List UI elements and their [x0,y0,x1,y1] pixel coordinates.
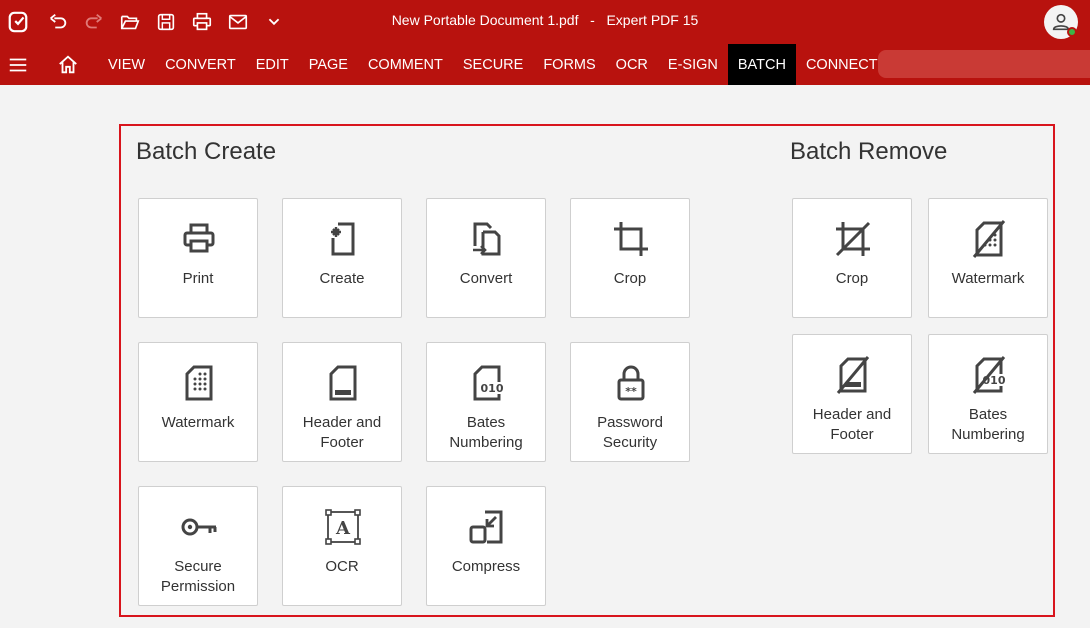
tab-batch[interactable]: BATCH [727,44,796,85]
home-icon[interactable] [56,53,80,77]
batch-header-footer-button[interactable]: Header and Footer [282,342,402,462]
svg-text:A: A [335,518,351,539]
tab-connect[interactable]: CONNECT [796,44,888,85]
mail-icon[interactable] [224,8,252,36]
search-input[interactable] [878,50,1090,78]
remove-bates-numbering-button[interactable]: 010 Bates Numbering [928,334,1048,454]
tab-secure[interactable]: SECURE [453,44,533,85]
document-name: New Portable Document 1.pdf [391,12,579,28]
tile-label-line-1: Bates [466,414,506,431]
batch-ocr-button[interactable]: A OCR [282,486,402,606]
header-footer-icon [323,363,363,403]
watermark-icon [179,363,219,403]
tab-forms[interactable]: FORMS [533,44,605,85]
title-separator: - [590,12,595,28]
tile-label-line-1: Bates [968,406,1008,423]
batch-crop-button[interactable]: Crop [570,198,690,318]
online-status-dot [1067,27,1077,37]
tab-ocr[interactable]: OCR [606,44,658,85]
svg-text:**: ** [625,385,637,398]
tab-page[interactable]: PAGE [299,44,358,85]
hamburger-menu-icon[interactable] [6,53,30,77]
batch-compress-button[interactable]: Compress [426,486,546,606]
undo-icon[interactable] [44,8,72,36]
batch-create-title: Batch Create [136,138,277,165]
create-icon [323,219,363,259]
compress-icon [467,507,507,547]
remove-crop-button[interactable]: Crop [792,198,912,318]
app-logo-icon[interactable] [4,8,32,36]
batch-create-button[interactable]: Create [282,198,402,318]
tile-label: OCR [325,558,359,575]
tile-label: Watermark [161,414,235,431]
tab-edit[interactable]: EDIT [246,44,299,85]
batch-remove-title: Batch Remove [790,138,948,165]
bates-numbering-icon: 010 [467,363,507,403]
tile-label-line-1: Secure [174,558,222,575]
key-icon [179,507,219,547]
tile-label-line-1: Header and [812,406,892,423]
user-avatar[interactable] [1044,5,1078,39]
app-name: Expert PDF 15 [606,12,699,28]
remove-crop-icon [833,219,873,259]
tile-label: Crop [835,270,869,287]
remove-watermark-button[interactable]: Watermark [928,198,1048,318]
svg-text:010: 010 [481,382,504,395]
tile-label: Print [182,270,214,287]
batch-password-security-button[interactable]: ** Password Security [570,342,690,462]
redo-icon[interactable] [80,8,108,36]
remove-header-footer-button[interactable]: Header and Footer [792,334,912,454]
password-lock-icon: ** [611,363,651,403]
ribbon-menu-bar: VIEW CONVERT EDIT PAGE COMMENT SECURE FO… [0,44,1090,85]
tile-label-line-2: Security [602,434,658,451]
save-icon[interactable] [152,8,180,36]
open-icon[interactable] [116,8,144,36]
tile-label: Create [319,270,365,287]
batch-watermark-button[interactable]: Watermark [138,342,258,462]
batch-bates-numbering-button[interactable]: 010 Bates Numbering [426,342,546,462]
crop-icon [611,219,651,259]
convert-icon [467,219,507,259]
tile-label: Crop [613,270,647,287]
batch-convert-button[interactable]: Convert [426,198,546,318]
tile-label-line-1: Header and [302,414,382,431]
tile-label-line-2: Permission [160,578,236,595]
menu-tabs: VIEW CONVERT EDIT PAGE COMMENT SECURE FO… [98,44,888,85]
print-icon [179,219,219,259]
tab-comment[interactable]: COMMENT [358,44,453,85]
remove-watermark-icon [969,219,1009,259]
tile-label-line-2: Footer [320,434,364,451]
remove-header-footer-icon [833,355,873,395]
tile-label: Watermark [951,270,1025,287]
print-icon[interactable] [188,8,216,36]
tab-view[interactable]: VIEW [98,44,155,85]
tile-label-line-2: Footer [830,426,874,443]
tab-convert[interactable]: CONVERT [155,44,246,85]
remove-bates-icon: 010 [969,355,1009,395]
tile-label-line-2: Numbering [951,426,1025,443]
tab-e-sign[interactable]: E-SIGN [658,44,728,85]
batch-panel: Batch Create Batch Remove Print Create C… [119,124,1055,617]
tile-label-line-2: Numbering [449,434,523,451]
batch-secure-permission-button[interactable]: Secure Permission [138,486,258,606]
chevron-down-icon[interactable] [260,8,288,36]
tile-label-line-1: Password [597,414,663,431]
tile-label: Compress [451,558,521,575]
batch-print-button[interactable]: Print [138,198,258,318]
ocr-icon: A [323,507,363,547]
tile-label: Convert [459,270,513,287]
title-bar: New Portable Document 1.pdf - Expert PDF… [0,0,1090,44]
